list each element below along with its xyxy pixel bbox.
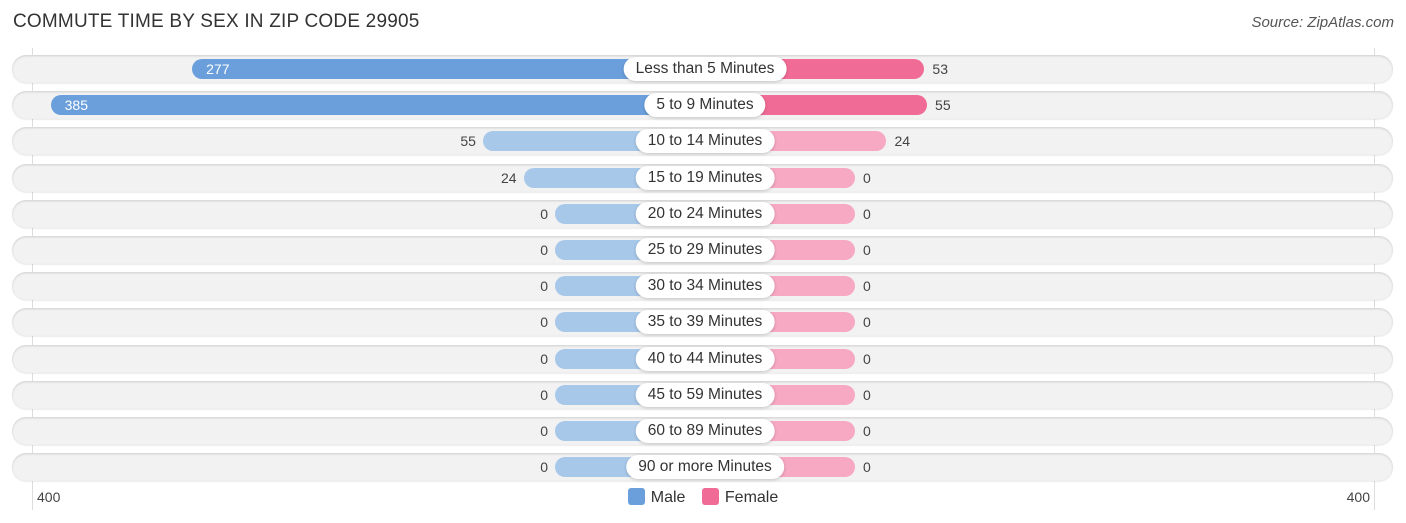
- source-label: Source: ZipAtlas.com: [1251, 14, 1394, 31]
- category-label: 60 to 89 Minutes: [635, 419, 775, 443]
- value-label-female: 55: [935, 97, 951, 114]
- value-label-male: 24: [500, 169, 517, 186]
- value-label-male: 0: [540, 205, 548, 222]
- category-label: 30 to 34 Minutes: [635, 274, 775, 299]
- value-label-male: 0: [540, 386, 548, 403]
- category-label: 45 to 59 Minutes: [635, 382, 775, 407]
- value-label-female: 0: [863, 278, 871, 295]
- category-label: 35 to 39 Minutes: [635, 310, 775, 335]
- value-label-male: 277: [206, 61, 230, 77]
- value-label-female: 0: [863, 459, 871, 476]
- value-label-male: 0: [540, 423, 548, 439]
- chart-title: COMMUTE TIME BY SEX IN ZIP CODE 29905: [13, 11, 420, 32]
- value-label-male: 0: [540, 459, 548, 476]
- category-label: 5 to 9 Minutes: [644, 93, 766, 118]
- value-label-female: 0: [863, 205, 871, 222]
- value-label-male: 385: [64, 97, 88, 114]
- category-label: 90 or more Minutes: [626, 455, 784, 480]
- value-label-female: 0: [863, 314, 871, 331]
- value-label-male: 55: [460, 133, 476, 150]
- category-label: 25 to 29 Minutes: [635, 238, 775, 262]
- bar-male[interactable]: [50, 95, 705, 116]
- category-label: 15 to 19 Minutes: [635, 165, 775, 190]
- value-label-female: 0: [863, 350, 871, 367]
- value-label-female: 0: [863, 169, 871, 186]
- value-label-female: 0: [863, 386, 871, 403]
- legend-label-male: Male: [650, 489, 686, 506]
- value-label-female: 0: [863, 423, 871, 439]
- category-label: 20 to 24 Minutes: [635, 201, 775, 226]
- female-swatch: [701, 488, 719, 505]
- legend-item-male[interactable]: Male: [627, 488, 686, 507]
- legend-label-female: Female: [724, 489, 779, 506]
- value-label-female: 0: [863, 242, 871, 258]
- category-label: 10 to 14 Minutes: [635, 129, 775, 154]
- value-label-male: 0: [540, 350, 548, 367]
- value-label-male: 0: [540, 278, 548, 295]
- category-label: Less than 5 Minutes: [623, 57, 787, 81]
- value-label-male: 0: [540, 314, 548, 331]
- legend-item-female[interactable]: Female: [701, 488, 779, 507]
- value-label-female: 53: [932, 61, 948, 77]
- male-swatch: [627, 488, 645, 505]
- value-label-male: 0: [540, 242, 548, 258]
- category-label: 40 to 44 Minutes: [635, 346, 775, 371]
- value-label-female: 24: [894, 133, 911, 150]
- legend: Male Female: [0, 488, 1406, 507]
